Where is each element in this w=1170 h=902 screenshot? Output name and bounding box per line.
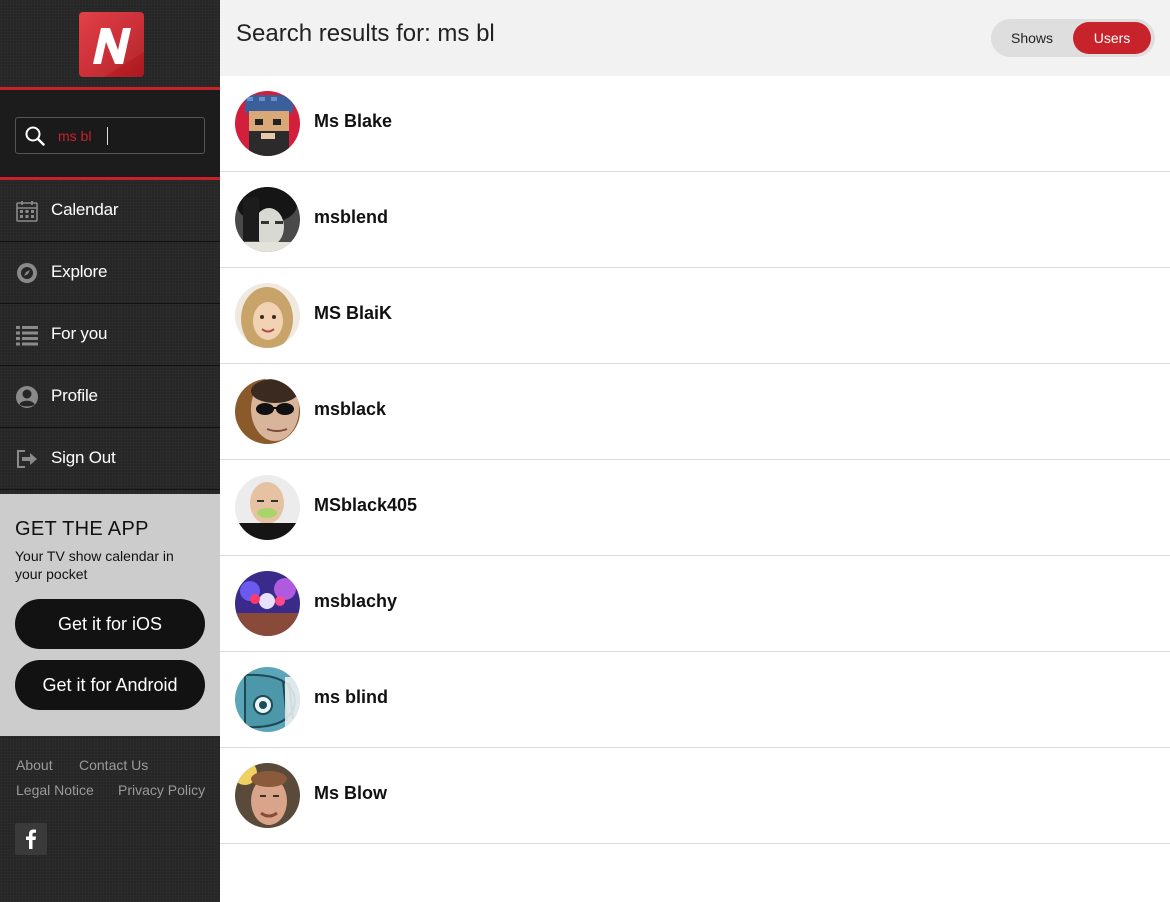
username: msblachy	[314, 591, 398, 611]
result-type-toggle: Shows Users	[991, 19, 1155, 57]
list-icon	[16, 326, 38, 346]
nav-calendar[interactable]: Calendar	[0, 180, 220, 242]
search-box[interactable]	[15, 117, 205, 154]
avatar	[235, 283, 300, 348]
nav-label: For you	[51, 324, 108, 343]
about-link[interactable]: About	[16, 757, 53, 773]
legal-link[interactable]: Legal Notice	[16, 782, 94, 798]
avatar	[235, 763, 300, 828]
facebook-icon	[26, 829, 36, 849]
compass-icon	[17, 263, 37, 283]
avatar	[235, 91, 300, 156]
app-logo[interactable]	[79, 12, 144, 77]
get-app-panel: GET THE APP Your TV show calendar in you…	[0, 494, 220, 736]
avatar	[235, 571, 300, 636]
user-row[interactable]: Ms Blake	[220, 76, 1170, 172]
avatar	[235, 379, 300, 444]
user-icon	[16, 386, 38, 408]
user-row[interactable]: ms blind	[220, 652, 1170, 748]
nav-sign-out[interactable]: Sign Out	[0, 428, 220, 490]
avatar	[235, 475, 300, 540]
search-area	[0, 90, 220, 180]
search-icon	[25, 126, 45, 146]
avatar	[235, 667, 300, 732]
username: Ms Blake	[314, 111, 393, 131]
nav-for-you[interactable]: For you	[0, 304, 220, 366]
get-app-subtitle: Your TV show calendar in your pocket	[15, 548, 174, 582]
android-button[interactable]: Get it for Android	[15, 660, 205, 710]
nav-label: Profile	[51, 386, 98, 405]
text-caret	[107, 127, 108, 145]
nav-label: Explore	[51, 262, 108, 281]
user-row[interactable]: MS BlaiK	[220, 268, 1170, 364]
user-row[interactable]: MSblack405	[220, 460, 1170, 556]
logo-area	[0, 0, 220, 90]
nav-label: Calendar	[51, 200, 119, 219]
username: msblack	[314, 399, 387, 419]
privacy-link[interactable]: Privacy Policy	[118, 782, 205, 798]
sign-out-icon	[17, 450, 37, 468]
username: ms blind	[314, 687, 389, 707]
page-title: Search results for: ms bl	[236, 20, 495, 47]
sidebar: Calendar Explore For you Profile	[0, 0, 220, 902]
user-row[interactable]: msblend	[220, 172, 1170, 268]
ios-button[interactable]: Get it for iOS	[15, 599, 205, 649]
username: msblend	[314, 207, 389, 227]
username: MS BlaiK	[314, 303, 393, 323]
get-app-title: GET THE APP	[15, 518, 149, 540]
avatar	[235, 187, 300, 252]
user-row[interactable]: msblack	[220, 364, 1170, 460]
nav-label: Sign Out	[51, 448, 116, 467]
results-list: Ms Blake msblend MS BlaiK msblack MSblac…	[220, 76, 1170, 844]
username: MSblack405	[314, 495, 418, 515]
user-row[interactable]: Ms Blow	[220, 748, 1170, 844]
nav-explore[interactable]: Explore	[0, 242, 220, 304]
nav-profile[interactable]: Profile	[0, 366, 220, 428]
results-header: Search results for: ms bl Shows Users	[220, 0, 1170, 76]
user-row[interactable]: msblachy	[220, 556, 1170, 652]
tab-shows[interactable]: Shows	[997, 22, 1067, 54]
contact-link[interactable]: Contact Us	[79, 757, 148, 773]
main-content: Search results for: ms bl Shows Users Ms…	[220, 0, 1170, 902]
search-input[interactable]	[58, 124, 198, 148]
calendar-icon	[16, 201, 38, 222]
username: Ms Blow	[314, 783, 388, 803]
facebook-button[interactable]	[15, 823, 47, 855]
tab-users[interactable]: Users	[1073, 22, 1151, 54]
